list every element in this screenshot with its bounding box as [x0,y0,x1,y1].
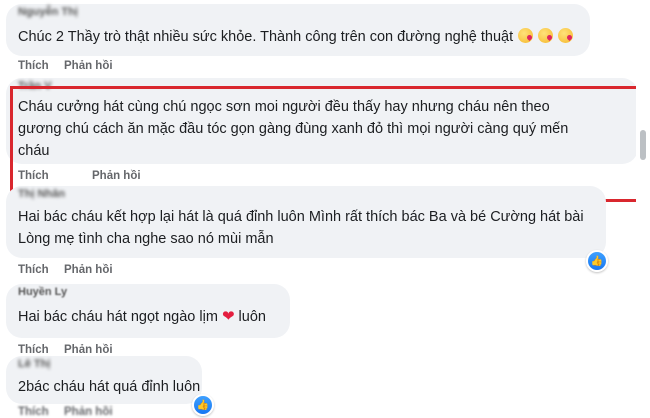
scrollbar-thumb[interactable] [640,130,646,160]
reply-link[interactable]: Phản hồi [64,264,113,276]
comment-author[interactable]: Huyền Ly [18,286,67,298]
like-link[interactable]: Thích [18,344,49,356]
scrollbar-track[interactable] [636,0,650,412]
comment-line: Chúc 2 Thầy trò thật nhiều sức khỏe. Thà… [18,29,514,45]
like-link[interactable]: Thích [18,406,49,418]
comment-author[interactable]: Thị Nhân [18,188,65,200]
face-blowing-kiss-icon [538,28,554,43]
comment-author[interactable]: Lê Thị [18,358,50,370]
face-blowing-kiss-icon [518,28,534,43]
comment-text: Hai bác cháu hát ngọt ngào lịm ❤ luôn [18,306,266,328]
comment-line: Hai bác cháu hát ngọt ngào lịm [18,309,218,325]
face-blowing-kiss-icon [558,28,574,43]
highlight-box [10,86,650,202]
reply-link[interactable]: Phản hồi [64,344,113,356]
comment-line: Hai bác cháu kết hợp lại hát là quá đỉnh… [18,209,584,225]
comment-line: 2bác cháu hát quá đỉnh luôn [18,379,201,395]
comment-line: Lòng mẹ tình cha nghe sao nó mùi mẫn [18,231,274,247]
like-link[interactable]: Thích [18,264,49,276]
like-reaction-icon[interactable]: 👍 [586,250,608,272]
comment-line: luôn [238,309,266,325]
comment-author[interactable]: Nguyễn Thị [18,6,78,18]
like-reaction-icon[interactable]: 👍 [192,394,214,416]
reply-link[interactable]: Phản hồi [64,406,113,418]
comment-text: Hai bác cháu kết hợp lại hát là quá đỉnh… [18,206,584,250]
reply-link[interactable]: Phản hồi [64,60,113,72]
like-link[interactable]: Thích [18,60,49,72]
red-heart-icon: ❤ [221,308,235,325]
comment-text: 2bác cháu hát quá đỉnh luôn [18,376,200,398]
comment-text: Chúc 2 Thầy trò thật nhiều sức khỏe. Thà… [18,26,574,48]
